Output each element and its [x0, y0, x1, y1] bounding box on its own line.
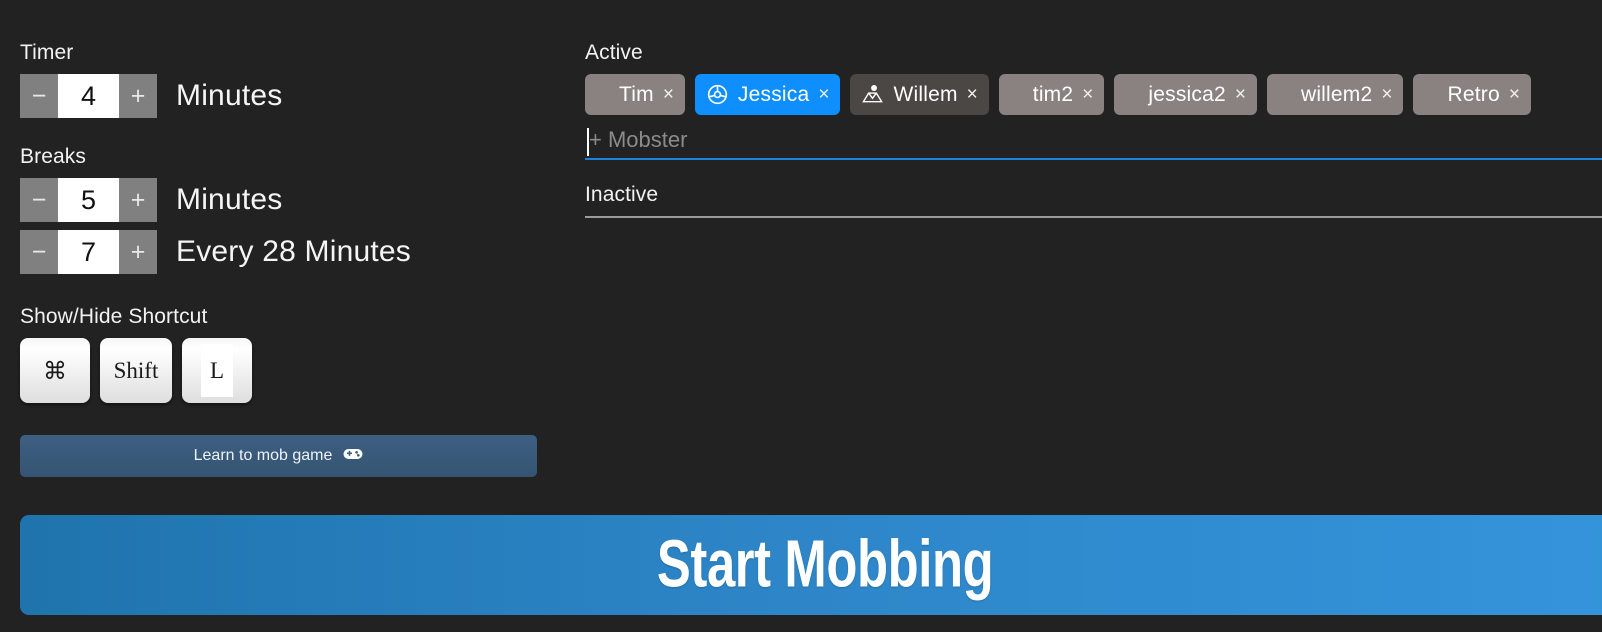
breaks-label: Breaks — [20, 145, 86, 168]
add-mobster-input[interactable] — [585, 127, 1602, 155]
timer-stepper-row: − 4 + Minutes — [20, 74, 560, 118]
learn-to-mob-game-button[interactable]: Learn to mob game — [20, 435, 537, 477]
shift-key[interactable]: Shift — [100, 338, 172, 403]
break-interval-unit-label: Every 28 Minutes — [176, 235, 411, 268]
mobster-chip-retro[interactable]: Retro × — [1413, 74, 1531, 115]
mobster-chip-willem2[interactable]: willem2 × — [1266, 74, 1404, 115]
inactive-divider — [585, 216, 1602, 218]
shortcut-label: Show/Hide Shortcut — [20, 305, 208, 328]
timer-stepper: − 4 + — [20, 74, 157, 118]
break-duration-increment-button[interactable]: + — [119, 178, 157, 222]
mobster-name: jessica2 — [1148, 82, 1226, 106]
gamepad-icon — [343, 447, 363, 466]
break-duration-stepper-row: − 5 + Minutes — [20, 178, 560, 222]
remove-mobster-icon[interactable]: × — [1509, 85, 1520, 104]
mobster-chip-tim[interactable]: Tim × — [585, 74, 685, 115]
start-mobbing-button[interactable]: Start Mobbing — [20, 515, 1602, 615]
command-key[interactable]: ⌘ — [20, 338, 90, 403]
timer-label: Timer — [20, 41, 74, 64]
remove-mobster-icon[interactable]: × — [967, 85, 978, 104]
shift-key-label: Shift — [113, 357, 159, 383]
mobster-chip-willem[interactable]: Willem × — [850, 74, 989, 115]
mobster-chip-jessica2[interactable]: jessica2 × — [1114, 74, 1257, 115]
mobster-name: tim2 — [1032, 82, 1074, 106]
mobster-chip-jessica[interactable]: Jessica × — [694, 74, 841, 115]
mobster-name: Jessica — [737, 82, 810, 106]
remove-mobster-icon[interactable]: × — [1235, 85, 1246, 104]
settings-panel: Timer − 4 + Minutes Breaks − 5 + Minutes… — [20, 40, 560, 477]
active-mobsters-list: Tim × Jessica × Willem × tim2 × jessica2… — [585, 74, 1602, 115]
break-interval-increment-button[interactable]: + — [119, 230, 157, 274]
break-duration-decrement-button[interactable]: − — [20, 178, 58, 222]
mobster-name: willem2 — [1300, 82, 1373, 106]
mobster-name: Tim — [619, 82, 654, 106]
mobsters-panel: Active Tim × Jessica × Willem × tim2 × j… — [585, 40, 1602, 218]
steering-wheel-icon — [706, 83, 729, 106]
break-interval-value[interactable]: 7 — [58, 230, 119, 274]
add-mobster-field[interactable] — [585, 124, 1602, 160]
mobster-chip-tim2[interactable]: tim2 × — [998, 74, 1105, 115]
break-interval-stepper: − 7 + — [20, 230, 157, 274]
navigator-map-icon — [861, 83, 884, 106]
inactive-label: Inactive — [585, 183, 659, 206]
shortcut-keys: ⌘ Shift — [20, 338, 560, 403]
mobster-name: Retro — [1447, 82, 1500, 106]
break-duration-stepper: − 5 + — [20, 178, 157, 222]
break-duration-value[interactable]: 5 — [58, 178, 119, 222]
text-caret — [587, 128, 589, 156]
remove-mobster-icon[interactable]: × — [663, 85, 674, 104]
timer-unit-label: Minutes — [176, 79, 283, 112]
timer-increment-button[interactable]: + — [119, 74, 157, 118]
remove-mobster-icon[interactable]: × — [1082, 85, 1093, 104]
break-duration-unit-label: Minutes — [176, 183, 283, 216]
mob-timer-app: Timer − 4 + Minutes Breaks − 5 + Minutes… — [0, 0, 1602, 632]
remove-mobster-icon[interactable]: × — [818, 85, 829, 104]
start-mobbing-label: Start Mobbing — [656, 527, 994, 602]
timer-decrement-button[interactable]: − — [20, 74, 58, 118]
break-interval-stepper-row: − 7 + Every 28 Minutes — [20, 230, 560, 274]
break-interval-decrement-button[interactable]: − — [20, 230, 58, 274]
mobster-name: Willem — [893, 82, 958, 106]
command-key-label: ⌘ — [43, 356, 67, 385]
shortcut-letter-input[interactable] — [201, 344, 233, 397]
remove-mobster-icon[interactable]: × — [1381, 85, 1392, 104]
learn-to-mob-game-label: Learn to mob game — [193, 447, 333, 464]
timer-value[interactable]: 4 — [58, 74, 119, 118]
letter-key[interactable] — [182, 338, 252, 403]
active-label: Active — [585, 41, 643, 64]
